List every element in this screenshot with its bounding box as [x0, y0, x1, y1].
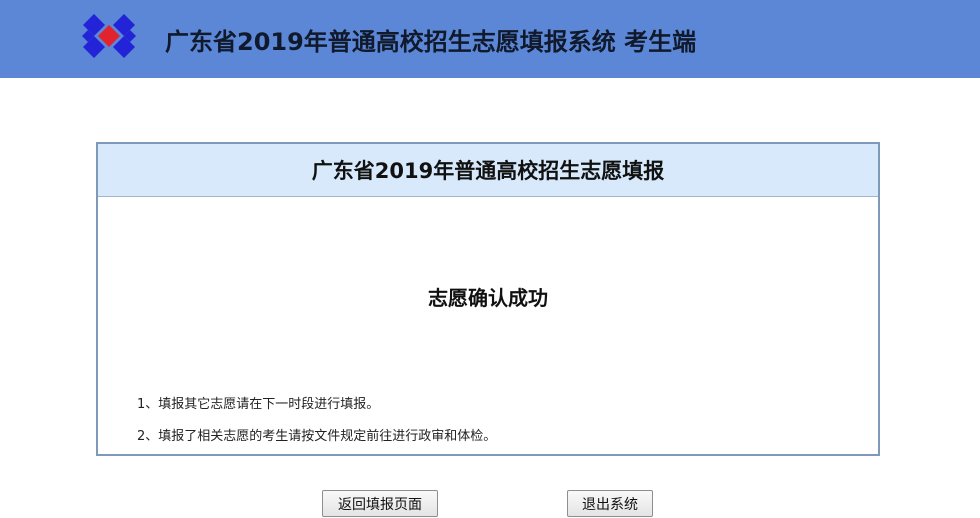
success-message: 志愿确认成功: [428, 286, 548, 310]
back-to-filling-button[interactable]: 返回填报页面: [322, 490, 438, 517]
note-item: 1、填报其它志愿请在下一时段进行填报。: [137, 397, 380, 412]
panel-header: 广东省2019年普通高校招生志愿填报: [98, 144, 878, 197]
app-header: 广东省2019年普通高校招生志愿填报系统 考生端: [0, 0, 980, 78]
note-item: 2、填报了相关志愿的考生请按文件规定前往进行政审和体检。: [137, 429, 497, 444]
confirmation-panel: 广东省2019年普通高校招生志愿填报 志愿确认成功 1、填报其它志愿请在下一时段…: [96, 142, 880, 456]
notes-list: 1、填报其它志愿请在下一时段进行填报。 2、填报了相关志愿的考生请按文件规定前往…: [137, 396, 496, 460]
diamond-grid-logo-icon: [82, 14, 136, 58]
app-title: 广东省2019年普通高校招生志愿填报系统 考生端: [165, 28, 697, 56]
panel-title: 广东省2019年普通高校招生志愿填报: [311, 159, 665, 183]
exit-system-button[interactable]: 退出系统: [567, 490, 653, 517]
